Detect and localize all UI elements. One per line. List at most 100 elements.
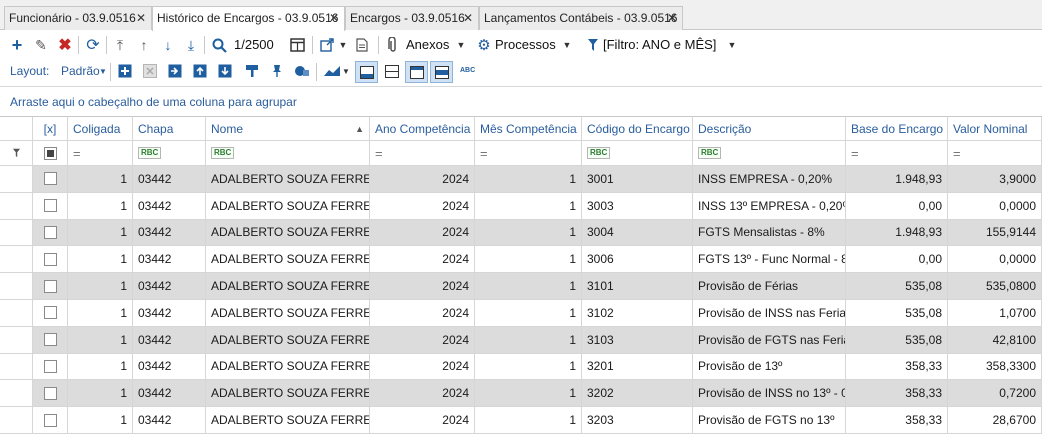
cell-base-encargo[interactable]: 535,08 — [846, 273, 948, 300]
row-select-cell[interactable] — [33, 166, 68, 193]
cell-base-encargo[interactable]: 358,33 — [846, 380, 948, 408]
cell-ano-competencia[interactable]: 2024 — [370, 407, 475, 434]
cell-descricao[interactable]: Provisão de INSS no 13º - 0... — [693, 380, 846, 408]
row-checkbox[interactable] — [43, 199, 57, 213]
last-record-icon[interactable]: ⤓ — [183, 34, 199, 56]
row-select-cell[interactable] — [33, 246, 68, 274]
cell-nome[interactable]: ADALBERTO SOUZA FERREIRA — [206, 273, 370, 300]
contains-filter-icon[interactable]: RBC — [587, 147, 611, 159]
processos-menu[interactable]: Processos — [495, 34, 556, 56]
column-header-valor-nominal[interactable]: Valor Nominal — [948, 117, 1042, 141]
cell-descricao[interactable]: Provisão de Férias — [693, 273, 846, 300]
report-icon[interactable] — [354, 34, 370, 56]
layout-selector[interactable]: Padrão — [61, 60, 100, 82]
row-select-cell[interactable] — [33, 219, 68, 247]
cell-chapa[interactable]: 03442 — [133, 219, 206, 247]
cell-ano-competencia[interactable]: 2024 — [370, 192, 475, 220]
equals-filter-icon[interactable]: = — [851, 146, 859, 161]
equals-filter-icon[interactable]: = — [953, 146, 961, 161]
select-column-header[interactable]: [x] — [33, 117, 68, 141]
cell-chapa[interactable]: 03442 — [133, 407, 206, 434]
tab-funcionario[interactable]: Funcionário - 03.9.0516 ✕ — [4, 6, 152, 30]
cell-valor-nominal[interactable]: 28,6700 — [948, 407, 1042, 434]
previous-record-icon[interactable]: ↑ — [136, 34, 152, 56]
cell-coligada[interactable]: 1 — [68, 300, 133, 327]
cell-ano-competencia[interactable]: 2024 — [370, 273, 475, 300]
cell-coligada[interactable]: 1 — [68, 192, 133, 220]
row-indicator[interactable] — [0, 407, 33, 434]
row-checkbox[interactable] — [43, 225, 57, 239]
cell-valor-nominal[interactable]: 155,9144 — [948, 219, 1042, 247]
row-select-cell[interactable] — [33, 407, 68, 434]
row-indicator[interactable] — [0, 192, 33, 220]
row-checkbox[interactable] — [43, 279, 57, 293]
cell-nome[interactable]: ADALBERTO SOUZA FERREIRA — [206, 192, 370, 220]
cell-ano-competencia[interactable]: 2024 — [370, 166, 475, 193]
column-header-nome[interactable]: Nome ▲ — [206, 117, 370, 141]
cell-codigo-encargo[interactable]: 3003 — [582, 192, 693, 220]
table-row[interactable]: 103442ADALBERTO SOUZA FERREIRA202413006F… — [0, 246, 1042, 274]
filter-icon[interactable] — [585, 34, 601, 56]
cell-chapa[interactable]: 03442 — [133, 300, 206, 327]
table-row[interactable]: 103442ADALBERTO SOUZA FERREIRA202413203P… — [0, 407, 1042, 434]
row-checkbox[interactable] — [43, 333, 57, 347]
filter-cell-codigo-encargo[interactable]: RBC — [582, 141, 693, 166]
cell-codigo-encargo[interactable]: 3004 — [582, 219, 693, 247]
row-checkbox[interactable] — [43, 386, 57, 400]
tab-encargos[interactable]: Encargos - 03.9.0516 ✕ — [345, 6, 479, 30]
contains-filter-icon[interactable]: RBC — [138, 147, 162, 159]
cell-coligada[interactable]: 1 — [68, 407, 133, 434]
edit-icon[interactable]: ✎ — [32, 34, 50, 56]
export-icon[interactable] — [318, 34, 336, 56]
cell-valor-nominal[interactable]: 535,0800 — [948, 273, 1042, 300]
first-record-icon[interactable]: ⤒ — [112, 34, 128, 56]
filter-cell-descricao[interactable]: RBC — [693, 141, 846, 166]
contains-filter-icon[interactable]: RBC — [698, 147, 722, 159]
filter-cell-coligada[interactable]: = — [68, 141, 133, 166]
search-icon[interactable] — [210, 34, 228, 56]
cell-chapa[interactable]: 03442 — [133, 326, 206, 354]
cell-mes-competencia[interactable]: 1 — [475, 326, 582, 354]
cell-chapa[interactable]: 03442 — [133, 192, 206, 220]
cell-base-encargo[interactable]: 0,00 — [846, 246, 948, 274]
cell-valor-nominal[interactable]: 0,7200 — [948, 380, 1042, 408]
table-row[interactable]: 103442ADALBERTO SOUZA FERREIRA202413201P… — [0, 353, 1042, 381]
group-by-panel[interactable]: Arraste aqui o cabeçalho de uma coluna p… — [0, 86, 1042, 116]
filter-cell-mes-competencia[interactable]: = — [475, 141, 582, 166]
cell-valor-nominal[interactable]: 42,8100 — [948, 326, 1042, 354]
cell-valor-nominal[interactable]: 1,0700 — [948, 300, 1042, 327]
row-indicator[interactable] — [0, 246, 33, 274]
filter-cell-chapa[interactable]: RBC — [133, 141, 206, 166]
form-view-icon[interactable] — [287, 34, 307, 56]
add-layout-icon[interactable] — [116, 60, 134, 82]
contains-filter-icon[interactable]: RBC — [211, 147, 235, 159]
cell-descricao[interactable]: FGTS 13º - Func Normal - 8% — [693, 246, 846, 274]
cell-base-encargo[interactable]: 1.948,93 — [846, 219, 948, 247]
layout-view-top-button[interactable] — [405, 61, 428, 83]
row-select-cell[interactable] — [33, 300, 68, 327]
cell-coligada[interactable]: 1 — [68, 273, 133, 300]
cell-base-encargo[interactable]: 535,08 — [846, 300, 948, 327]
chevron-down-icon[interactable]: ▼ — [562, 34, 572, 56]
table-row[interactable]: 103442ADALBERTO SOUZA FERREIRA202413101P… — [0, 273, 1042, 300]
cell-nome[interactable]: ADALBERTO SOUZA FERREIRA — [206, 166, 370, 193]
cell-codigo-encargo[interactable]: 3006 — [582, 246, 693, 274]
row-select-cell[interactable] — [33, 380, 68, 408]
cell-descricao[interactable]: Provisão de INSS nas Feria... — [693, 300, 846, 327]
cell-nome[interactable]: ADALBERTO SOUZA FERREIRA — [206, 353, 370, 381]
anexos-menu[interactable]: Anexos — [406, 34, 449, 56]
filter-selector[interactable]: [Filtro: ANO e MÊS] — [603, 34, 716, 56]
column-header-codigo-encargo[interactable]: Código do Encargo — [582, 117, 693, 141]
paint-icon[interactable] — [243, 60, 261, 82]
cell-ano-competencia[interactable]: 2024 — [370, 219, 475, 247]
cell-codigo-encargo[interactable]: 3102 — [582, 300, 693, 327]
cell-chapa[interactable]: 03442 — [133, 273, 206, 300]
cell-codigo-encargo[interactable]: 3202 — [582, 380, 693, 408]
upload-layout-icon[interactable] — [191, 60, 209, 82]
cell-ano-competencia[interactable]: 2024 — [370, 300, 475, 327]
table-row[interactable]: 103442ADALBERTO SOUZA FERREIRA202413001I… — [0, 166, 1042, 193]
cell-ano-competencia[interactable]: 2024 — [370, 326, 475, 354]
layout-view-middle-button[interactable] — [430, 61, 453, 83]
chart-icon[interactable] — [322, 60, 342, 82]
table-row[interactable]: 103442ADALBERTO SOUZA FERREIRA202413004F… — [0, 219, 1042, 247]
